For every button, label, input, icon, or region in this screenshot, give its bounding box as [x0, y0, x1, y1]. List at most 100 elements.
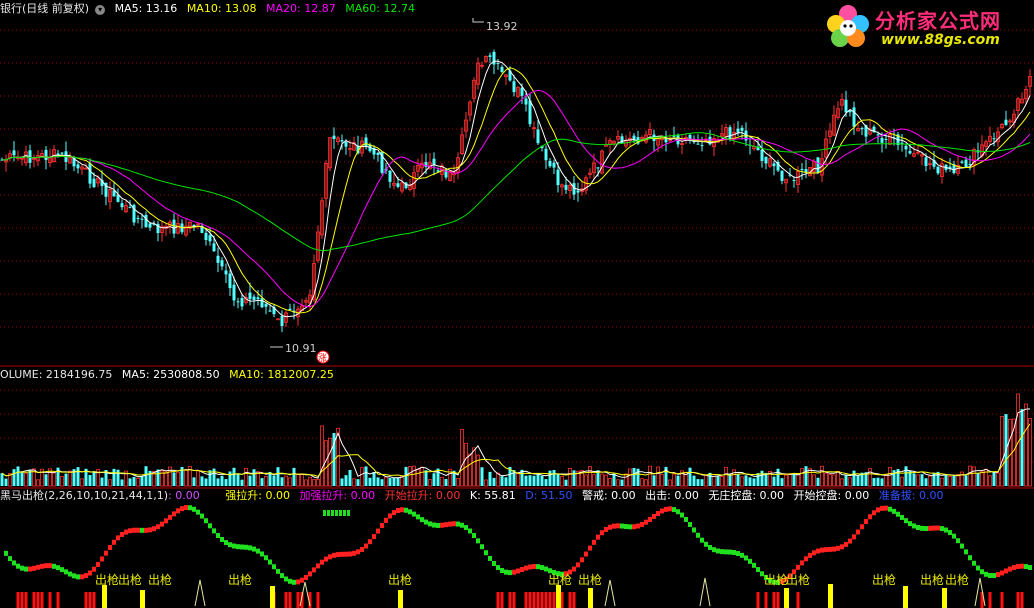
volume-bar [200, 476, 204, 486]
volume-bar [804, 466, 808, 486]
indicator-step [904, 518, 908, 524]
volume-bar [420, 466, 424, 487]
indicator-step [656, 510, 660, 516]
indicator-step [292, 579, 296, 585]
indicator-step [456, 521, 460, 527]
volume-bar [44, 474, 48, 486]
volume-bar [212, 468, 216, 486]
signal-bar [572, 592, 576, 608]
volume-bar [948, 476, 952, 487]
indicator-step [360, 546, 364, 552]
candle-body [576, 190, 580, 193]
indicator-step [720, 549, 724, 555]
volume-bar [656, 466, 660, 487]
signal-label: 出枪 [920, 572, 944, 587]
indicator-step [176, 508, 180, 514]
indicator-step [492, 561, 496, 567]
ma20-label: MA20: 12.87 [266, 2, 336, 15]
indicator-step [1008, 566, 1012, 572]
ma5-line [1, 60, 1031, 318]
indicator-step [572, 566, 576, 572]
candle-body [860, 128, 864, 130]
indicator-step [996, 572, 1000, 578]
indicator-step [464, 525, 468, 531]
indicator-step [240, 544, 244, 550]
indicator-step [184, 505, 188, 511]
indicator-step [752, 562, 756, 568]
chart-stage[interactable]: 13.92 10.91 涨 出枪出枪 出枪 出枪 出枪 出枪 出枪 出枪出枪 出枪 出枪 出枪 [0, 0, 1034, 608]
indicator-step [636, 523, 640, 529]
indicator-step [192, 506, 196, 512]
indicator-step [508, 570, 512, 576]
volume-bar [796, 474, 800, 487]
volume-bar [320, 425, 324, 487]
volume-bar [612, 473, 616, 486]
volume-bar [224, 479, 228, 486]
signal-bar [764, 592, 768, 608]
signal-bar [776, 592, 780, 608]
indicator-step [844, 541, 848, 547]
indicator-step [276, 568, 280, 574]
candle-body [388, 170, 392, 182]
cj-label: 出击: 0.00 [645, 489, 699, 502]
indicator-step [920, 525, 924, 531]
indicator-panel[interactable] [4, 505, 1032, 608]
volume-bar [120, 479, 124, 486]
signal-block [102, 585, 107, 608]
signal-bar [24, 592, 28, 608]
indicator-step [92, 566, 96, 572]
volume-panel[interactable] [0, 393, 1032, 487]
volume-bar [524, 475, 528, 486]
price-panel[interactable] [0, 49, 1032, 333]
indicator-step [380, 523, 384, 529]
indicator-step [804, 556, 808, 562]
indicator-step [960, 543, 964, 549]
site-logo[interactable]: 分析家公式网 www.88gs.com [823, 2, 1028, 54]
volume-bar [756, 473, 760, 486]
indicator-step [716, 548, 720, 554]
dropdown-icon[interactable]: ▾ [95, 5, 106, 15]
indicator-step [448, 521, 452, 527]
candle-body [632, 135, 636, 140]
indicator-step [352, 550, 356, 556]
indicator-step [128, 528, 132, 534]
signal-bar [536, 592, 540, 608]
candle-body [664, 137, 668, 143]
indicator-step [8, 556, 12, 562]
signal-block [270, 586, 275, 608]
indicator-step [452, 521, 456, 527]
volume-bar [972, 466, 976, 487]
candle-body [12, 150, 16, 156]
volume-bar [880, 478, 884, 486]
volume-bar [432, 473, 436, 486]
indicator-step [808, 552, 812, 558]
indicator-step [828, 546, 832, 552]
volume-bar [688, 467, 692, 486]
indicator-step [152, 526, 156, 532]
volume-bar [260, 478, 264, 486]
signal-block [140, 590, 145, 608]
volume-bar [0, 473, 4, 486]
indicator-step [260, 551, 264, 557]
candle-body [332, 135, 336, 140]
indicator-step [340, 551, 344, 557]
indicator-step [196, 509, 200, 515]
candle-body [252, 296, 256, 300]
volume-bar [840, 478, 844, 487]
candle-body [256, 297, 260, 300]
indicator-step [520, 567, 524, 573]
indicator-step [648, 516, 652, 522]
indicator-step [112, 539, 116, 545]
volume-bar [136, 477, 140, 487]
signal-spike [699, 577, 711, 607]
volume-bar [600, 473, 604, 487]
indicator-step [704, 541, 708, 547]
volume-bar [352, 478, 356, 487]
indicator-step [660, 508, 664, 514]
volume-bar [216, 478, 220, 486]
indicator-step [744, 555, 748, 561]
indicator-step [892, 508, 896, 514]
volume-bar [196, 470, 200, 487]
indicator-step [912, 523, 916, 529]
volume-bar [304, 479, 308, 487]
